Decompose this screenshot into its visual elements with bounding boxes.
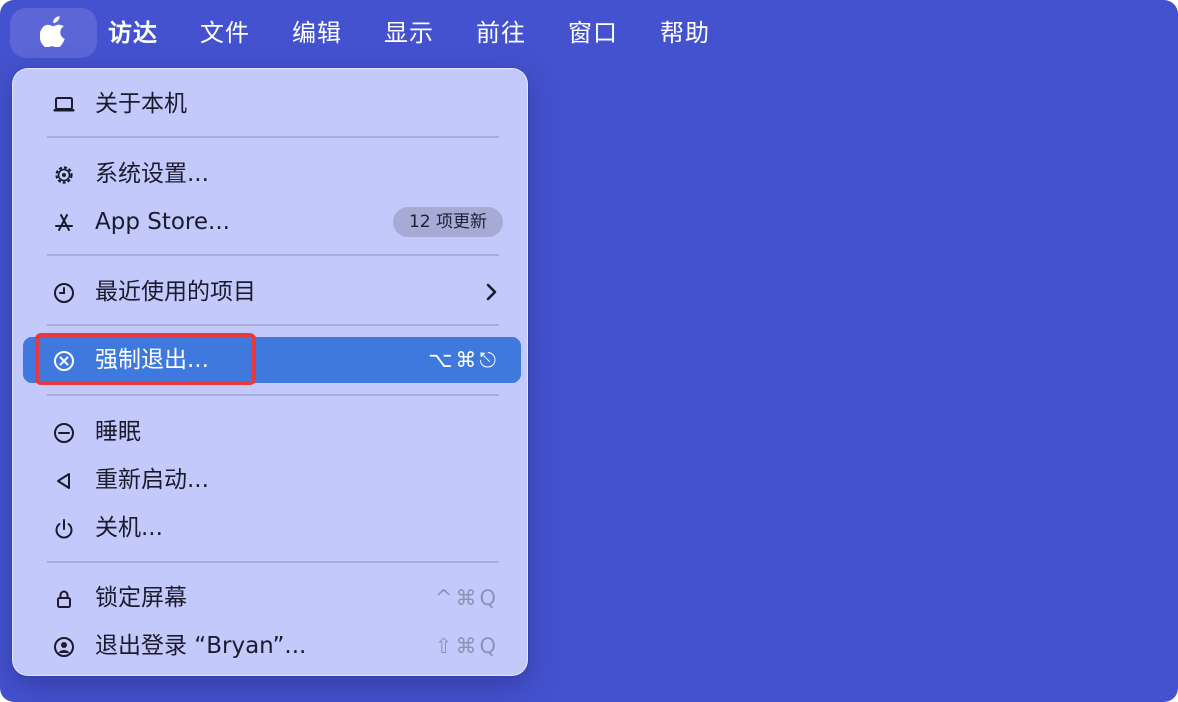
menu-item-restart[interactable]: 重新启动... <box>23 457 521 503</box>
keyboard-shortcut: ⌥⌘⎋ <box>428 348 499 372</box>
menu-help[interactable]: 帮助 <box>660 15 710 51</box>
menu-separator <box>47 254 499 256</box>
apple-menu-dropdown: 关于本机 系统设置... App Store... 12 项更新 最近使用的项目 <box>12 68 528 676</box>
menu-item-label: App Store... <box>95 209 230 235</box>
keyboard-shortcut: ^⌘Q <box>434 586 499 610</box>
menu-go[interactable]: 前往 <box>476 15 526 51</box>
menu-item-label: 系统设置... <box>95 161 209 187</box>
sleep-icon <box>51 420 77 446</box>
desktop: 访达 文件 编辑 显示 前往 窗口 帮助 关于本机 系统设置... App St… <box>0 0 1178 702</box>
menu-separator <box>47 394 499 396</box>
clock-icon <box>51 280 77 306</box>
menu-item-log-out[interactable]: 退出登录 “Bryan”... ⇧⌘Q <box>23 623 521 669</box>
lock-icon <box>51 586 77 612</box>
menu-bar: 访达 文件 编辑 显示 前往 窗口 帮助 <box>0 0 1178 66</box>
app-store-icon <box>51 210 77 236</box>
menu-item-label: 锁定屏幕 <box>95 585 187 611</box>
laptop-icon <box>51 92 77 118</box>
menu-separator <box>47 561 499 563</box>
menu-separator <box>47 136 499 138</box>
power-icon <box>51 516 77 542</box>
menu-item-shut-down[interactable]: 关机... <box>23 505 521 551</box>
menu-item-label: 关于本机 <box>95 91 187 117</box>
gear-icon <box>51 162 77 188</box>
updates-badge: 12 项更新 <box>392 207 503 237</box>
menu-view[interactable]: 显示 <box>384 15 434 51</box>
menu-item-sleep[interactable]: 睡眠 <box>23 409 521 455</box>
user-circle-icon <box>51 634 77 660</box>
restart-icon <box>51 468 77 494</box>
menu-item-label: 最近使用的项目 <box>95 279 256 305</box>
chevron-right-icon <box>481 282 501 302</box>
menu-item-label: 重新启动... <box>95 467 209 493</box>
keyboard-shortcut: ⇧⌘Q <box>434 634 499 658</box>
menu-edit[interactable]: 编辑 <box>292 15 342 51</box>
apple-menu-button[interactable] <box>10 8 97 58</box>
apple-logo-icon <box>39 15 68 52</box>
menu-item-label: 关机... <box>95 515 163 541</box>
menu-item-about-this-mac[interactable]: 关于本机 <box>23 81 521 127</box>
annotation-highlight-box <box>35 333 256 385</box>
menu-item-recent-items[interactable]: 最近使用的项目 <box>23 269 521 315</box>
menu-item-label: 退出登录 “Bryan”... <box>95 633 307 659</box>
menu-window[interactable]: 窗口 <box>568 15 618 51</box>
menu-separator <box>47 324 499 326</box>
menu-file[interactable]: 文件 <box>200 15 250 51</box>
menu-item-app-store[interactable]: App Store... 12 项更新 <box>23 199 521 245</box>
menu-item-label: 睡眠 <box>95 419 141 445</box>
menu-item-system-settings[interactable]: 系统设置... <box>23 151 521 197</box>
menu-item-lock-screen[interactable]: 锁定屏幕 ^⌘Q <box>23 575 521 621</box>
menu-finder[interactable]: 访达 <box>108 15 158 51</box>
